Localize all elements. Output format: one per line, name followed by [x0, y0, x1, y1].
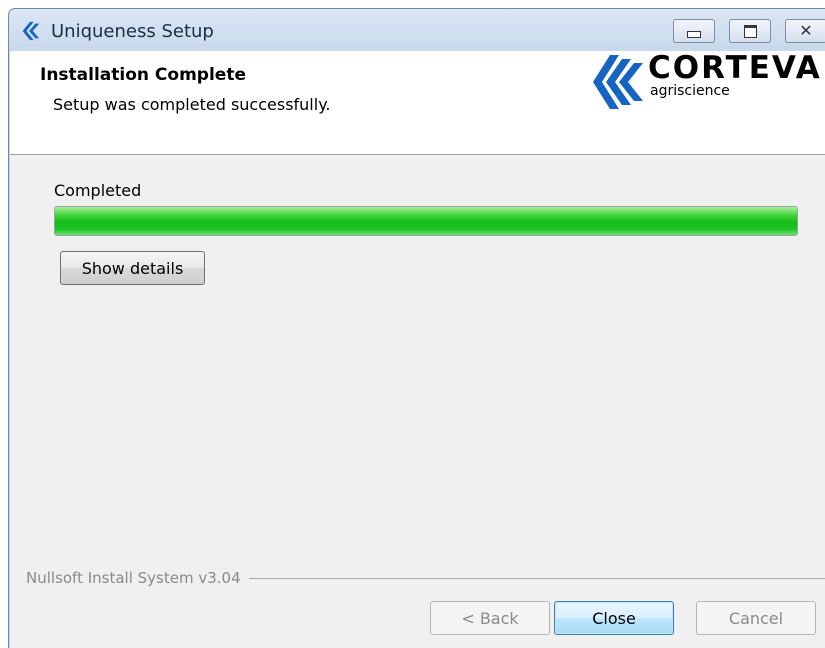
- window-title: Uniqueness Setup: [51, 21, 214, 42]
- cancel-button[interactable]: Cancel: [696, 601, 816, 635]
- progress-fill: [55, 207, 797, 235]
- minimize-icon: [687, 30, 701, 38]
- client-area: Installation Complete Setup was complete…: [10, 51, 825, 648]
- page-title: Installation Complete: [40, 65, 246, 85]
- logo-subtitle: agriscience: [650, 83, 730, 99]
- close-button[interactable]: Close: [554, 601, 674, 635]
- close-icon: ✕: [799, 21, 813, 40]
- back-button[interactable]: < Back: [430, 601, 550, 635]
- window-close-button[interactable]: ✕: [785, 19, 825, 43]
- status-label: Completed: [54, 181, 142, 200]
- branding-text: Nullsoft Install System v3.04: [26, 569, 241, 587]
- page-subtitle: Setup was completed successfully.: [53, 95, 331, 114]
- branding-row: Nullsoft Install System v3.04: [26, 568, 825, 588]
- maximize-button[interactable]: [729, 19, 771, 43]
- setup-window: Uniqueness Setup ✕ Installation Complete…: [8, 8, 825, 648]
- title-bar[interactable]: Uniqueness Setup ✕: [9, 9, 825, 53]
- header-panel: Installation Complete Setup was complete…: [10, 51, 825, 155]
- brand-logo: CORTEVA agriscience: [588, 53, 825, 113]
- minimize-button[interactable]: [673, 19, 715, 43]
- corteva-mark-icon: [593, 55, 643, 109]
- branding-divider: [248, 577, 825, 579]
- corteva-logo-icon: [22, 21, 40, 41]
- progress-bar: [54, 206, 798, 236]
- maximize-icon: [743, 24, 757, 38]
- logo-wordmark: CORTEVA: [648, 50, 822, 86]
- show-details-button[interactable]: Show details: [60, 251, 205, 285]
